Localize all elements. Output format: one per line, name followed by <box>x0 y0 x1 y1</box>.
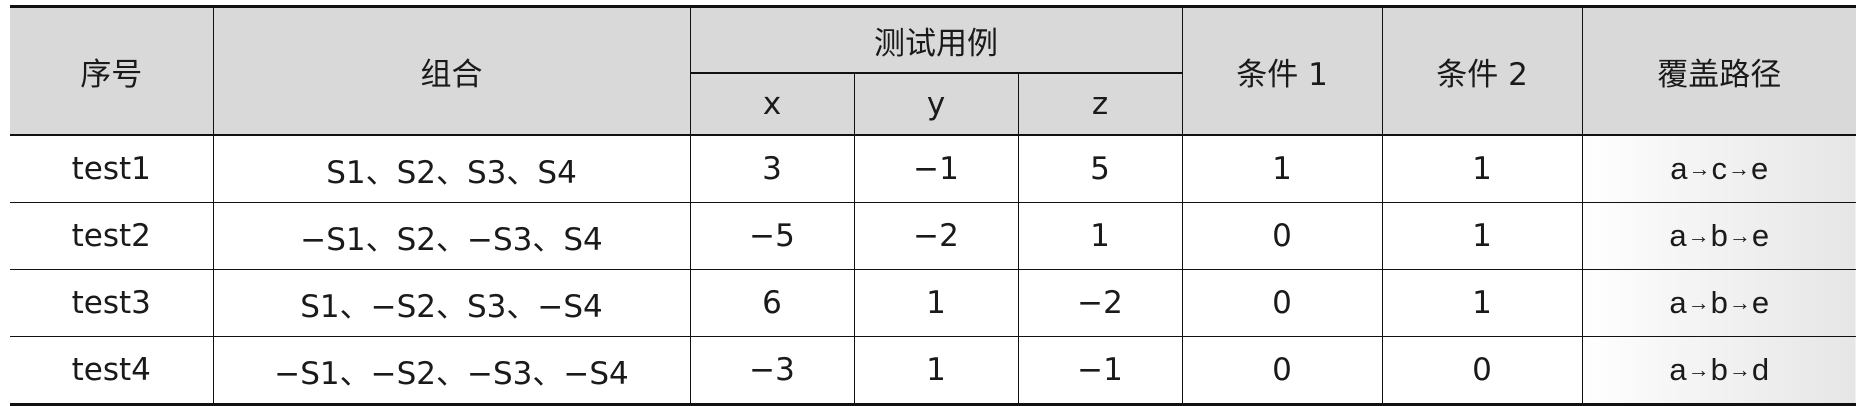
cell-combination: S1、S2、S3、S4 <box>212 134 690 203</box>
cell-x: −5 <box>689 202 854 270</box>
arrow-icon: → <box>1728 223 1751 248</box>
cell-index: test3 <box>10 269 213 337</box>
arrow-icon: → <box>1728 290 1751 315</box>
arrow-icon: → <box>1728 156 1751 181</box>
path-node: b <box>1710 218 1728 253</box>
path-node: b <box>1710 352 1728 387</box>
header-combination: 组合 <box>212 5 690 135</box>
cell-index: test4 <box>10 336 213 406</box>
path-node: a <box>1669 218 1687 253</box>
arrow-icon: → <box>1688 156 1711 181</box>
cell-condition-1: 0 <box>1181 336 1383 406</box>
table-row: test2 −S1、S2、−S3、S4 −5 −2 1 0 1 a→b→e <box>10 202 1857 270</box>
cell-condition-2: 1 <box>1381 134 1583 203</box>
cell-z: 1 <box>1017 202 1183 270</box>
cell-z: 5 <box>1017 134 1183 203</box>
cell-x: 6 <box>689 269 854 337</box>
cell-index: test1 <box>10 134 213 203</box>
cell-index: test2 <box>10 202 213 270</box>
cell-coverage-path: a→b→e <box>1581 202 1857 270</box>
cell-condition-1: 0 <box>1181 269 1383 337</box>
table-row: test3 S1、−S2、S3、−S4 6 1 −2 0 1 a→b→e <box>10 269 1857 337</box>
cell-y: 1 <box>853 269 1018 337</box>
path-node: a <box>1669 285 1687 320</box>
cell-combination: −S1、S2、−S3、S4 <box>212 202 690 270</box>
header-test-case: 测试用例 <box>689 5 1183 73</box>
cell-condition-2: 0 <box>1381 336 1583 406</box>
cell-coverage-path: a→c→e <box>1581 134 1857 203</box>
cell-x: 3 <box>689 134 854 203</box>
cell-combination: S1、−S2、S3、−S4 <box>212 269 690 337</box>
header-y: y <box>853 72 1018 135</box>
path-node: a <box>1670 151 1688 186</box>
path-node: a <box>1669 352 1687 387</box>
path-node: b <box>1710 285 1728 320</box>
cell-coverage-path: a→b→d <box>1581 336 1857 406</box>
cell-y: −2 <box>853 202 1018 270</box>
cell-coverage-path: a→b→e <box>1581 269 1857 337</box>
header-condition-1: 条件 1 <box>1181 5 1383 135</box>
arrow-icon: → <box>1728 357 1751 382</box>
test-case-table-frame: 序号 组合 测试用例 条件 1 条件 2 覆盖路径 x y z test1 S1… <box>10 5 1857 406</box>
path-node: d <box>1751 352 1770 387</box>
cell-y: −1 <box>853 134 1018 203</box>
header-x: x <box>689 72 854 135</box>
cell-z: −2 <box>1017 269 1183 337</box>
table-row: test1 S1、S2、S3、S4 3 −1 5 1 1 a→c→e <box>10 134 1857 203</box>
header-coverage-path: 覆盖路径 <box>1581 5 1857 135</box>
path-node: e <box>1751 218 1770 253</box>
arrow-icon: → <box>1687 357 1710 382</box>
path-node: e <box>1751 151 1769 186</box>
cell-x: −3 <box>689 336 854 406</box>
arrow-icon: → <box>1687 223 1710 248</box>
path-node: c <box>1711 151 1728 186</box>
arrow-icon: → <box>1687 290 1710 315</box>
cell-y: 1 <box>853 336 1018 406</box>
header-condition-2: 条件 2 <box>1381 5 1583 135</box>
cell-z: −1 <box>1017 336 1183 406</box>
cell-condition-1: 1 <box>1181 134 1383 203</box>
table-row: test4 −S1、−S2、−S3、−S4 −3 1 −1 0 0 a→b→d <box>10 336 1857 406</box>
cell-condition-2: 1 <box>1381 202 1583 270</box>
test-case-table: 序号 组合 测试用例 条件 1 条件 2 覆盖路径 x y z test1 S1… <box>10 5 1857 406</box>
header-index: 序号 <box>10 5 213 135</box>
cell-combination: −S1、−S2、−S3、−S4 <box>212 336 690 406</box>
cell-condition-2: 1 <box>1381 269 1583 337</box>
header-z: z <box>1017 72 1183 135</box>
path-node: e <box>1751 285 1770 320</box>
cell-condition-1: 0 <box>1181 202 1383 270</box>
